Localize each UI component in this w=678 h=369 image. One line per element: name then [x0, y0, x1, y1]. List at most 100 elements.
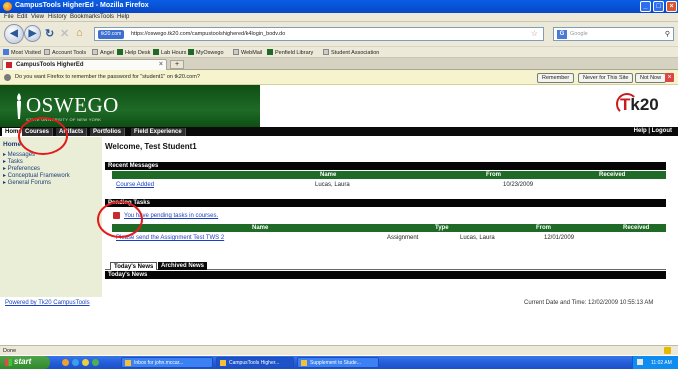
tk20-logo[interactable]: Tk20 [616, 93, 659, 115]
stop-icon[interactable]: ✕ [60, 27, 69, 40]
status-text: Done [3, 348, 17, 354]
network-icon[interactable] [637, 359, 643, 365]
address-bar[interactable]: tk20.com https://oswego.tk20.com/campust… [94, 27, 544, 41]
desktop-quicklaunch-icon[interactable] [92, 359, 99, 366]
tab-todays-news[interactable]: Today's News [110, 262, 158, 270]
search-box[interactable]: G Google ⚲ [553, 27, 674, 41]
windows-flag-icon [5, 359, 12, 366]
nav-tab-portfolios[interactable]: Portfolios [90, 128, 125, 136]
url-text[interactable]: https://oswego.tk20.com/campustoolshighe… [131, 31, 285, 37]
lock-icon[interactable] [664, 347, 671, 354]
back-icon[interactable]: ◀ [4, 24, 24, 44]
message-from: Lucas, Laura [315, 182, 350, 188]
search-placeholder: Google [570, 31, 588, 37]
close-tab-icon[interactable]: × [159, 61, 163, 68]
task-type: Assignment [387, 235, 419, 241]
menu-edit[interactable]: Edit [17, 14, 27, 20]
pending-tasks-header: Pending Tasks [105, 199, 666, 207]
menu-bookmarks[interactable]: Bookmarks [70, 14, 100, 20]
word-doc-icon [301, 360, 307, 366]
taskbar-item-campustools[interactable]: CampusTools Higher... [216, 357, 294, 368]
window-title-bar: CampusTools HigherEd - Mozilla Firefox _… [0, 0, 678, 13]
site-identity-badge[interactable]: tk20.com [98, 30, 125, 39]
ie-quicklaunch-icon[interactable] [72, 359, 79, 366]
bookmark-penfield-library[interactable]: Penfield Library [267, 49, 313, 56]
site-header: OSWEGO STATE UNIVERSITY OF NEW YORK Tk20 [0, 85, 678, 127]
tab-strip: CampusTools HigherEd × + [0, 58, 678, 70]
bookmark-myoswego[interactable]: MyOswego [188, 49, 224, 56]
todays-news-header: Today's News [105, 271, 666, 279]
window-title: CampusTools HigherEd - Mozilla Firefox [15, 2, 149, 9]
current-datetime: Current Date and Time: 12/02/2009 10:55:… [524, 300, 654, 306]
help-logout-links[interactable]: Help | Logout [634, 128, 672, 134]
annotation-circle-courses [18, 117, 68, 155]
forward-icon[interactable]: ▶ [24, 25, 41, 42]
bookmark-account-tools[interactable]: Account Tools [44, 49, 86, 56]
message-link[interactable]: Course Added [116, 182, 154, 188]
sidebar-item-tasks[interactable]: ▸ Tasks [3, 158, 23, 165]
tab-archived-news[interactable]: Archived News [158, 262, 208, 270]
clock[interactable]: 11:02 AM [651, 360, 672, 366]
firefox-icon [220, 360, 226, 366]
sidebar-item-preferences[interactable]: ▸ Preferences [3, 165, 40, 172]
mail-icon [125, 360, 131, 366]
recent-messages-columns: Name From Received [112, 171, 666, 179]
menu-help[interactable]: Help [117, 14, 129, 20]
never-for-this-site-button[interactable]: Never for This Site [578, 73, 634, 83]
bookmark-webmail[interactable]: WebMail [233, 49, 262, 56]
menu-history[interactable]: History [48, 14, 67, 20]
minimize-button[interactable]: _ [640, 1, 651, 12]
home-icon[interactable]: ⌂ [76, 27, 83, 39]
menu-file[interactable]: File [4, 14, 14, 20]
password-notification-bar: Do you want Firefox to remember the pass… [0, 70, 678, 85]
new-tab-button[interactable]: + [170, 60, 184, 69]
powered-by-link[interactable]: Powered by Tk20 CampusTools [5, 300, 90, 306]
pending-tasks-columns: Name Type From Received [112, 224, 666, 232]
bookmarks-toolbar: Most Visited Account Tools Angel Help De… [0, 46, 678, 58]
close-notification-icon[interactable]: × [665, 73, 674, 82]
tk20-favicon-icon [6, 62, 12, 68]
maximize-button[interactable]: □ [653, 1, 664, 12]
message-received: 10/23/2009 [503, 182, 534, 188]
search-engine-icon[interactable]: G [557, 30, 567, 39]
torch-icon [17, 93, 21, 119]
sidebar-item-conceptual-framework[interactable]: ▸ Conceptual Framework [3, 172, 70, 179]
task-link[interactable]: Please send the Assignment Test TWS 2 [116, 235, 224, 241]
bookmark-star-icon[interactable]: ☆ [531, 29, 538, 38]
main-navigation: Home Courses Artifacts Portfolios Field … [0, 127, 678, 136]
news-tabs: Today's News Archived News [105, 261, 666, 270]
menu-bar: File Edit View History Bookmarks Tools H… [0, 13, 678, 22]
sidebar-item-general-forums[interactable]: ▸ General Forums [3, 179, 51, 186]
welcome-heading: Welcome, Test Student1 [105, 142, 197, 151]
menu-view[interactable]: View [31, 14, 44, 20]
recent-messages-header: Recent Messages [105, 162, 666, 170]
bookmark-most-visited[interactable]: Most Visited [3, 49, 41, 56]
taskbar-item-inbox[interactable]: Inbox for john.mccar... [121, 357, 213, 368]
left-sidebar: Home ▸ Messages ▸ Tasks ▸ Preferences ▸ … [0, 137, 102, 297]
system-tray: 11:02 AM [632, 356, 678, 369]
nav-tab-field-experience[interactable]: Field Experience [131, 128, 186, 136]
not-now-button[interactable]: Not Now [635, 73, 667, 83]
notification-message: Do you want Firefox to remember the pass… [15, 74, 200, 80]
search-icon[interactable]: ⚲ [665, 30, 670, 38]
tab-campustools[interactable]: CampusTools HigherEd × [2, 59, 167, 70]
key-icon [4, 74, 11, 81]
bookmark-angel[interactable]: Angel [92, 49, 114, 56]
outlook-quicklaunch-icon[interactable] [82, 359, 89, 366]
close-window-button[interactable]: × [666, 1, 677, 12]
annotation-circle-pending-tasks [97, 201, 143, 238]
task-received: 12/01/2009 [544, 235, 575, 241]
bookmark-lab-hours[interactable]: Lab Hours [153, 49, 186, 56]
tk20-swoosh-icon [616, 93, 638, 115]
taskbar-item-supplement[interactable]: Supplement to Stude... [297, 357, 379, 368]
start-button[interactable]: start [0, 356, 50, 369]
bookmark-student-association[interactable]: Student Association [323, 49, 379, 56]
oswego-wordmark: OSWEGO [26, 93, 119, 117]
firefox-icon [3, 2, 12, 11]
menu-tools[interactable]: Tools [100, 14, 114, 20]
reload-icon[interactable]: ↻ [45, 27, 54, 40]
bookmark-help-desk[interactable]: Help Desk [117, 49, 150, 56]
firefox-quicklaunch-icon[interactable] [62, 359, 69, 366]
table-row: Course Added Lucas, Laura 10/23/2009 [112, 180, 666, 190]
remember-button[interactable]: Remember [537, 73, 575, 83]
